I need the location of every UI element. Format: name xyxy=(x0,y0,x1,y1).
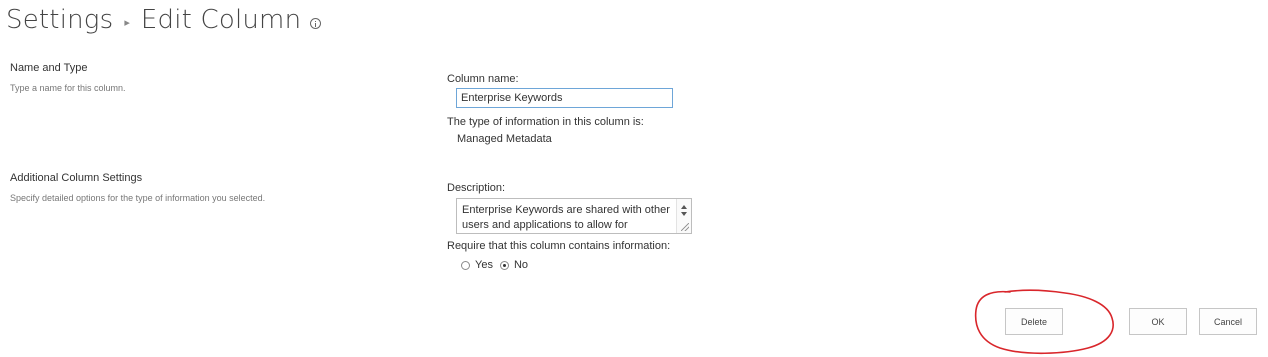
require-label: Require that this column contains inform… xyxy=(447,240,671,252)
description-textarea[interactable]: Enterprise Keywords are shared with othe… xyxy=(456,198,692,234)
type-label: The type of information in this column i… xyxy=(447,116,644,128)
breadcrumb-separator-icon: ▸ xyxy=(124,16,130,29)
column-name-label: Column name: xyxy=(447,73,519,85)
radio-no[interactable] xyxy=(499,260,509,270)
section-description-additional-settings: Specify detailed options for the type of… xyxy=(10,193,266,203)
type-value: Managed Metadata xyxy=(457,133,552,145)
radio-yes[interactable] xyxy=(461,260,470,270)
ok-button[interactable]: OK xyxy=(1129,308,1187,335)
radio-yes-label[interactable]: Yes xyxy=(475,259,493,271)
radio-no-label[interactable]: No xyxy=(514,259,528,271)
breadcrumb-edit-column: Edit Column xyxy=(140,5,302,35)
breadcrumb-settings[interactable]: Settings xyxy=(6,5,113,35)
page-title: Settings ▸ Edit Column xyxy=(6,0,322,40)
info-icon[interactable] xyxy=(310,17,322,29)
require-radio-group: Yes No xyxy=(461,259,535,271)
scroll-down-arrow-icon[interactable] xyxy=(681,212,687,216)
section-heading-name-type: Name and Type xyxy=(10,62,88,74)
column-name-input[interactable] xyxy=(456,88,673,108)
description-label: Description: xyxy=(447,182,506,194)
section-description-name-type: Type a name for this column. xyxy=(10,83,126,93)
resize-grip-icon[interactable] xyxy=(681,223,689,231)
description-text: Enterprise Keywords are shared with othe… xyxy=(462,204,670,231)
scroll-up-arrow-icon[interactable] xyxy=(681,205,687,209)
cancel-button[interactable]: Cancel xyxy=(1199,308,1257,335)
section-heading-additional-settings: Additional Column Settings xyxy=(10,172,143,184)
delete-button[interactable]: Delete xyxy=(1005,308,1063,335)
